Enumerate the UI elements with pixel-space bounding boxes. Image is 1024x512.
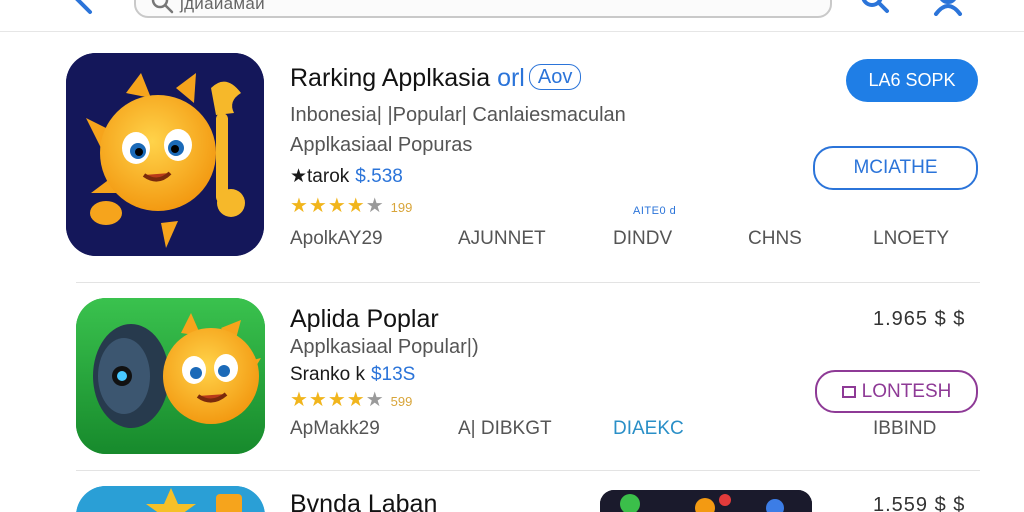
meta-item: IBBIND <box>873 418 937 439</box>
rank-price: $13S <box>370 364 416 385</box>
search-input[interactable]: јдиаиамаи <box>134 0 832 18</box>
app-title-text: Rarking Applkasia <box>290 64 491 92</box>
divider <box>76 282 980 283</box>
rating-stars: ★★★★★ 199 <box>290 193 412 218</box>
price-label: 1.965 $ $ <box>873 308 966 330</box>
star-mascot-icon <box>76 486 265 512</box>
game-thumbnail-image <box>600 490 812 512</box>
rating-stars: ★★★★★ 599 <box>290 387 412 412</box>
app-title[interactable]: Bvnda Laban <box>290 490 437 512</box>
get-button[interactable]: LA6 SOPK <box>846 59 978 102</box>
meta-item: CHNS <box>748 228 802 249</box>
app-title[interactable]: Aplida Poplar <box>290 305 439 334</box>
meta-item: DINDV <box>613 228 673 249</box>
meta-item: A| DIBKGT <box>458 418 552 439</box>
top-bar: јдиаиамаи <box>0 0 1024 32</box>
app-title-suffix: orl <box>497 64 525 92</box>
app-rank: ★tarok $.538 <box>290 165 403 188</box>
rating-count: 199 <box>390 200 413 215</box>
app-title[interactable]: Rarking Applkasia orl Aov <box>290 64 582 93</box>
calendar-icon <box>841 386 856 398</box>
secondary-button[interactable]: MCIATHE <box>813 146 978 190</box>
divider <box>76 470 980 471</box>
search-icon[interactable] <box>858 0 890 16</box>
rank-label: ★tarok <box>290 166 350 187</box>
small-label: AITE0 d <box>633 205 677 217</box>
meta-item: AJUNNET <box>458 228 546 249</box>
star-icon: ★★★★ <box>290 389 366 411</box>
user-icon[interactable] <box>932 0 964 16</box>
back-icon[interactable] <box>70 0 100 16</box>
rank-label: Sranko k <box>290 364 365 385</box>
rating-count: 599 <box>390 394 413 409</box>
meta-item: LNOETY <box>873 228 950 249</box>
app-subtitle: Inbonesia| |Popular| Canlaiesmaculan <box>290 104 626 126</box>
star-icon: ★★★★ <box>290 195 366 217</box>
app-icon-speaker[interactable] <box>76 298 265 454</box>
search-icon <box>151 0 174 14</box>
meta-item: ApolkAY29 <box>290 228 383 249</box>
secondary-button-label: LONTESH <box>861 381 952 402</box>
app-category: Applkasiaal Popuras <box>290 134 473 156</box>
app-icon-partial[interactable] <box>76 486 265 512</box>
sun-mascot-icon <box>66 53 264 256</box>
half-star-icon: ★ <box>365 195 385 217</box>
search-value: јдиаиамаи <box>180 0 265 13</box>
app-subtitle: Applkasiaal Popular|) <box>290 336 479 358</box>
half-star-icon: ★ <box>365 389 385 411</box>
meta-item: DIAEKC <box>613 418 684 439</box>
app-rank: Sranko k $13S <box>290 364 415 386</box>
meta-item: ApMakk29 <box>290 418 380 439</box>
rank-price: $.538 <box>355 166 403 187</box>
game-thumbnail[interactable] <box>600 490 812 512</box>
app-icon-sun[interactable] <box>66 53 264 256</box>
age-badge: Aov <box>528 64 582 90</box>
price-label: 1.559 $ $ <box>873 494 966 512</box>
speaker-mascot-icon <box>76 298 265 454</box>
secondary-button[interactable]: LONTESH <box>815 370 978 413</box>
